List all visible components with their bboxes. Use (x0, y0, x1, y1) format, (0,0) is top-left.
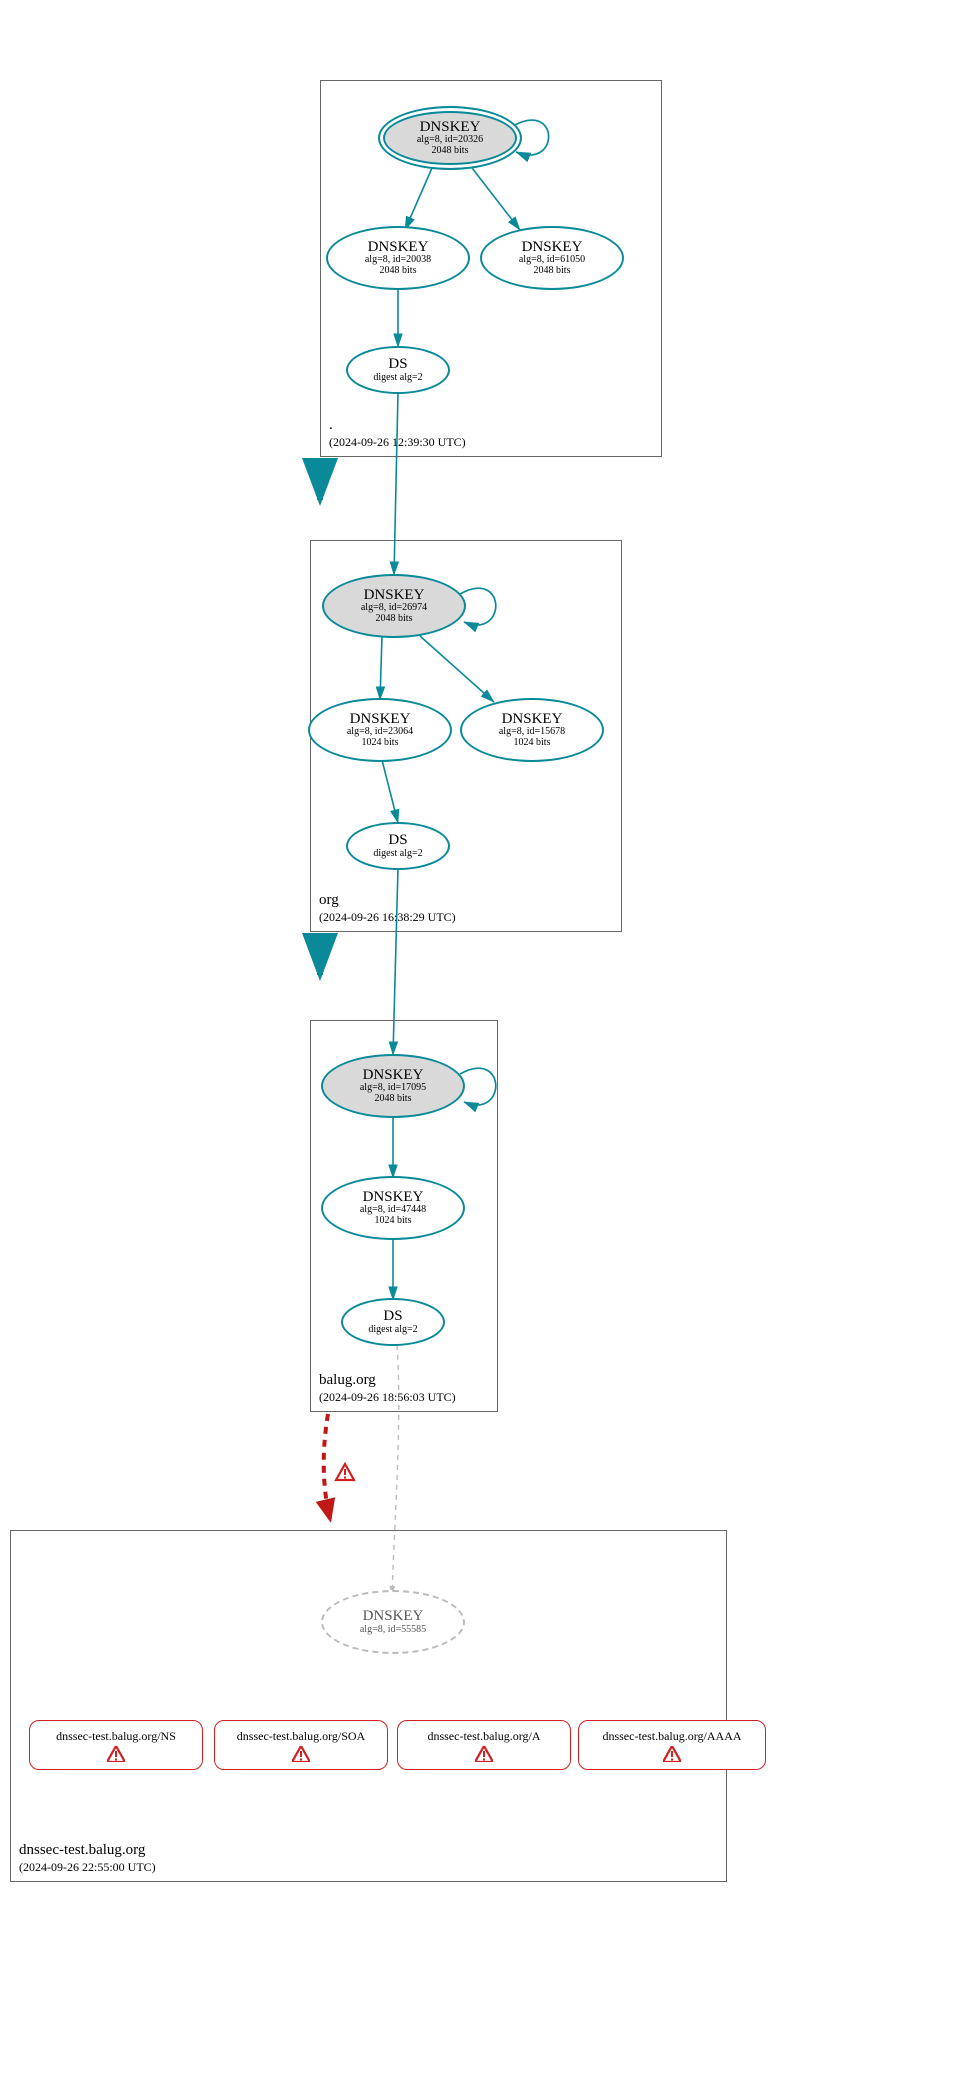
rr-soa-label: dnssec-test.balug.org/SOA (237, 1729, 365, 1744)
node-root-ksk-bits: 2048 bits (432, 146, 469, 157)
node-org-zsk1[interactable]: DNSKEY alg=8, id=23064 1024 bits (308, 698, 452, 762)
node-org-ksk[interactable]: DNSKEY alg=8, id=26974 2048 bits (322, 574, 466, 638)
node-balug-ds[interactable]: DS digest alg=2 (341, 1298, 445, 1346)
node-org-zsk2-bits: 1024 bits (514, 738, 551, 749)
zone-root-name: . (329, 416, 466, 435)
node-root-zsk2[interactable]: DNSKEY alg=8, id=61050 2048 bits (480, 226, 624, 290)
zone-dnssec-name: dnssec-test.balug.org (19, 1841, 156, 1860)
node-balug-ksk-bits: 2048 bits (375, 1094, 412, 1105)
node-root-ksk[interactable]: DNSKEY alg=8, id=20326 2048 bits (378, 106, 522, 170)
rr-ns-label: dnssec-test.balug.org/NS (56, 1729, 176, 1744)
node-org-ds[interactable]: DS digest alg=2 (346, 822, 450, 870)
node-dnssec-key-title: DNSKEY (363, 1609, 424, 1625)
zone-root-label: . (2024-09-26 12:39:30 UTC) (329, 416, 466, 450)
zone-root-ts: (2024-09-26 12:39:30 UTC) (329, 435, 466, 450)
node-balug-zsk[interactable]: DNSKEY alg=8, id=47448 1024 bits (321, 1176, 465, 1240)
zone-org-label: org (2024-09-26 16:38:29 UTC) (319, 891, 456, 925)
warning-icon (663, 1746, 681, 1762)
node-org-zsk2[interactable]: DNSKEY alg=8, id=15678 1024 bits (460, 698, 604, 762)
node-root-zsk1[interactable]: DNSKEY alg=8, id=20038 2048 bits (326, 226, 470, 290)
rr-aaaa-label: dnssec-test.balug.org/AAAA (602, 1729, 741, 1744)
rr-soa[interactable]: dnssec-test.balug.org/SOA (214, 1720, 388, 1770)
node-dnssec-key-alg: alg=8, id=55585 (360, 1625, 426, 1636)
node-org-zsk1-title: DNSKEY (350, 712, 411, 728)
warning-icon (475, 1746, 493, 1762)
node-root-zsk2-bits: 2048 bits (534, 266, 571, 277)
zone-balug-ts: (2024-09-26 18:56:03 UTC) (319, 1390, 456, 1405)
warning-icon (292, 1746, 310, 1762)
node-balug-ds-title: DS (383, 1309, 402, 1325)
rr-a-label: dnssec-test.balug.org/A (427, 1729, 540, 1744)
node-root-zsk1-bits: 2048 bits (380, 266, 417, 277)
node-root-ds-title: DS (388, 357, 407, 373)
node-root-zsk1-title: DNSKEY (368, 240, 429, 256)
node-root-ksk-title: DNSKEY (420, 120, 481, 136)
zone-dnssec: dnssec-test.balug.org (2024-09-26 22:55:… (10, 1530, 727, 1882)
node-balug-ksk-title: DNSKEY (363, 1068, 424, 1084)
node-balug-zsk-title: DNSKEY (363, 1190, 424, 1206)
node-org-ksk-bits: 2048 bits (376, 614, 413, 625)
zone-dnssec-label: dnssec-test.balug.org (2024-09-26 22:55:… (19, 1841, 156, 1875)
node-balug-ksk[interactable]: DNSKEY alg=8, id=17095 2048 bits (321, 1054, 465, 1118)
zone-dnssec-ts: (2024-09-26 22:55:00 UTC) (19, 1860, 156, 1875)
node-org-zsk2-title: DNSKEY (502, 712, 563, 728)
node-org-ds-title: DS (388, 833, 407, 849)
node-balug-zsk-bits: 1024 bits (375, 1216, 412, 1227)
rr-aaaa[interactable]: dnssec-test.balug.org/AAAA (578, 1720, 766, 1770)
rr-a[interactable]: dnssec-test.balug.org/A (397, 1720, 571, 1770)
node-org-ds-alg: digest alg=2 (373, 849, 422, 860)
zone-org-ts: (2024-09-26 16:38:29 UTC) (319, 910, 456, 925)
node-dnssec-key[interactable]: DNSKEY alg=8, id=55585 (321, 1590, 465, 1654)
node-org-ksk-title: DNSKEY (364, 588, 425, 604)
node-root-zsk2-title: DNSKEY (522, 240, 583, 256)
zone-balug-name: balug.org (319, 1371, 456, 1390)
warning-icon (107, 1746, 125, 1762)
zone-balug-label: balug.org (2024-09-26 18:56:03 UTC) (319, 1371, 456, 1405)
zone-org-name: org (319, 891, 456, 910)
rr-ns[interactable]: dnssec-test.balug.org/NS (29, 1720, 203, 1770)
node-balug-ds-alg: digest alg=2 (368, 1325, 417, 1336)
node-org-zsk1-bits: 1024 bits (362, 738, 399, 749)
node-root-ds-alg: digest alg=2 (373, 373, 422, 384)
node-root-ds[interactable]: DS digest alg=2 (346, 346, 450, 394)
